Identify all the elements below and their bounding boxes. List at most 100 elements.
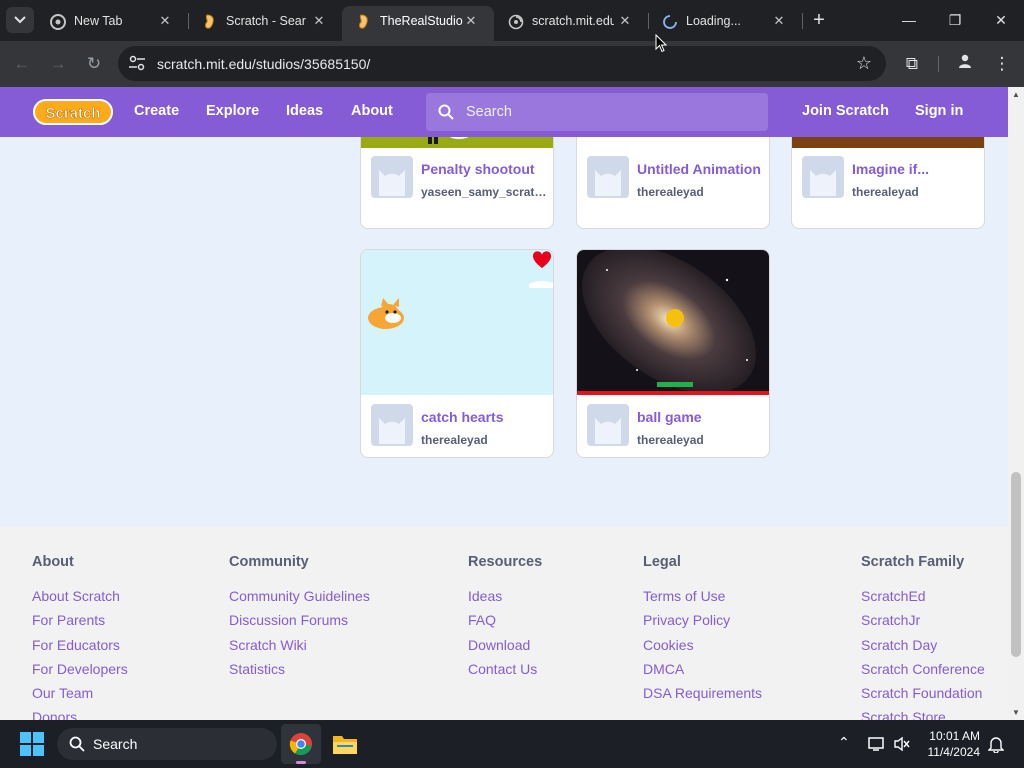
scrollbar-thumb[interactable]: [1011, 472, 1021, 657]
footer-link[interactable]: For Parents: [32, 608, 128, 632]
join-scratch-link[interactable]: Join Scratch: [802, 103, 889, 119]
footer-column-about: About About Scratch For Parents For Educ…: [32, 554, 128, 720]
project-card[interactable]: catch hearts therealeyad: [360, 249, 554, 458]
taskbar-search[interactable]: Search: [57, 728, 277, 760]
close-tab-icon[interactable]: ✕: [310, 12, 328, 30]
footer-column-resources: Resources Ideas FAQ Download Contact Us: [468, 554, 542, 681]
file-explorer-taskbar-button[interactable]: [325, 724, 365, 764]
footer-link[interactable]: Ideas: [468, 584, 542, 608]
author-avatar[interactable]: [371, 404, 413, 446]
scroll-down-arrow-icon[interactable]: ▼: [1012, 708, 1020, 717]
reload-button[interactable]: ↻: [83, 53, 105, 75]
close-tab-icon[interactable]: ✕: [156, 12, 174, 30]
tab-therealstudio[interactable]: TheRealStudio ✕: [342, 6, 494, 41]
minimize-button[interactable]: —: [886, 6, 932, 34]
address-bar[interactable]: scratch.mit.edu/studios/35685150/ ☆: [118, 46, 886, 81]
footer-link[interactable]: Community Guidelines: [229, 584, 370, 608]
project-author[interactable]: therealeyad: [637, 185, 763, 199]
close-tab-icon[interactable]: ✕: [616, 12, 634, 30]
scratch-logo[interactable]: Scratch: [32, 96, 114, 128]
project-author[interactable]: therealeyad: [637, 433, 763, 447]
folder-icon: [333, 736, 357, 754]
project-author[interactable]: therealeyad: [852, 185, 978, 199]
taskbar-clock[interactable]: 10:01 AM 11/4/2024: [918, 728, 981, 760]
person-icon: [959, 54, 971, 68]
project-title[interactable]: Imagine if...: [852, 161, 978, 177]
footer-link[interactable]: FAQ: [468, 608, 542, 632]
project-title[interactable]: Untitled Animation: [637, 161, 763, 177]
footer-link[interactable]: ScratchJr: [861, 608, 985, 632]
footer-link[interactable]: DSA Requirements: [643, 681, 762, 705]
nav-explore[interactable]: Explore: [206, 103, 259, 119]
project-thumbnail[interactable]: [577, 250, 770, 395]
restore-button[interactable]: ❐: [932, 6, 978, 34]
footer-link[interactable]: Donors: [32, 705, 128, 720]
project-thumbnail[interactable]: [361, 250, 554, 395]
browser-tab-bar: New Tab ✕ Scratch - Search ✕ TheRealStud…: [0, 0, 1024, 41]
nav-about[interactable]: About: [351, 103, 393, 119]
notification-bell-icon[interactable]: [988, 735, 1004, 753]
author-avatar[interactable]: [587, 156, 629, 198]
project-title[interactable]: Penalty shootout: [421, 161, 547, 177]
footer-link[interactable]: Terms of Use: [643, 584, 762, 608]
page-scrollbar[interactable]: ▲ ▼: [1008, 87, 1024, 720]
toolbar-divider: [938, 56, 939, 72]
show-hidden-icons-chevron-icon[interactable]: ⌃: [838, 734, 850, 751]
footer-link[interactable]: About Scratch: [32, 584, 128, 608]
footer-link[interactable]: For Developers: [32, 657, 128, 681]
nav-ideas[interactable]: Ideas: [286, 103, 323, 119]
footer-link[interactable]: Scratch Foundation: [861, 681, 985, 705]
search-input[interactable]: Search: [426, 93, 768, 131]
forward-button[interactable]: →: [47, 53, 69, 75]
footer-link[interactable]: ScratchEd: [861, 584, 985, 608]
default-cat-avatar-icon: [379, 418, 405, 444]
new-tab-button[interactable]: +: [808, 9, 830, 31]
close-window-button[interactable]: ✕: [978, 6, 1024, 34]
footer-link[interactable]: Our Team: [32, 681, 128, 705]
browser-menu-icon[interactable]: ⋮: [991, 53, 1013, 75]
footer-link[interactable]: Scratch Day: [861, 633, 985, 657]
network-icon[interactable]: [868, 736, 886, 752]
extensions-icon[interactable]: ⧉: [901, 53, 923, 75]
windows-start-icon[interactable]: [20, 732, 44, 756]
footer-link[interactable]: Cookies: [643, 633, 762, 657]
nav-create[interactable]: Create: [134, 103, 179, 119]
footer-link[interactable]: DMCA: [643, 657, 762, 681]
footer-link[interactable]: Statistics: [229, 657, 370, 681]
footer-link[interactable]: Scratch Wiki: [229, 633, 370, 657]
tab-search-button[interactable]: [6, 7, 34, 33]
site-info-icon[interactable]: [128, 55, 146, 71]
scroll-up-arrow-icon[interactable]: ▲: [1012, 90, 1020, 99]
tab-scratch-search[interactable]: Scratch - Search ✕: [188, 6, 342, 41]
footer-link[interactable]: For Educators: [32, 633, 128, 657]
close-tab-icon[interactable]: ✕: [770, 12, 788, 30]
logo-text: Scratch: [45, 105, 100, 122]
tab-scratch-mit-edu[interactable]: scratch.mit.edu ✕: [494, 6, 648, 41]
footer-link[interactable]: Download: [468, 633, 542, 657]
url-text: scratch.mit.edu/studios/35685150/: [157, 56, 371, 72]
tab-title: TheRealStudio: [380, 14, 463, 28]
footer-link[interactable]: Contact Us: [468, 657, 542, 681]
author-avatar[interactable]: [802, 156, 844, 198]
profile-icon[interactable]: [954, 53, 976, 75]
project-title[interactable]: ball game: [637, 409, 763, 425]
sign-in-link[interactable]: Sign in: [915, 103, 963, 119]
tab-new-tab[interactable]: New Tab ✕: [36, 6, 188, 41]
tab-loading[interactable]: Loading... ✕: [648, 6, 802, 41]
close-tab-icon[interactable]: ✕: [462, 12, 480, 30]
chrome-taskbar-button[interactable]: [281, 724, 321, 764]
project-author[interactable]: therealeyad: [421, 433, 547, 447]
footer-link[interactable]: Discussion Forums: [229, 608, 370, 632]
bookmark-star-icon[interactable]: ☆: [856, 53, 872, 74]
footer-link[interactable]: Scratch Conference: [861, 657, 985, 681]
footer-link[interactable]: Scratch Store: [861, 705, 985, 720]
project-card[interactable]: ball game therealeyad: [576, 249, 770, 458]
project-author[interactable]: yaseen_samy_scratch: [421, 185, 547, 199]
footer-link[interactable]: Privacy Policy: [643, 608, 762, 632]
author-avatar[interactable]: [587, 404, 629, 446]
author-avatar[interactable]: [371, 156, 413, 198]
browser-toolbar: ← → ↻ scratch.mit.edu/studios/35685150/ …: [0, 41, 1024, 87]
speaker-muted-icon[interactable]: [893, 736, 911, 752]
project-title[interactable]: catch hearts: [421, 409, 547, 425]
back-button[interactable]: ←: [11, 53, 33, 75]
